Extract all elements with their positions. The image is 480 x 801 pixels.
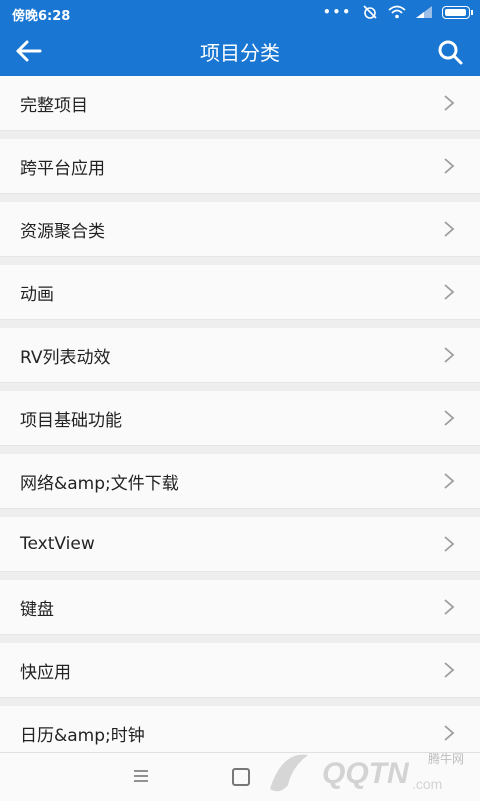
chevron-right-icon xyxy=(444,536,455,552)
status-icons: ••• xyxy=(322,4,473,20)
chevron-right-icon xyxy=(444,473,455,489)
category-item[interactable]: 键盘 xyxy=(0,580,480,635)
search-icon[interactable] xyxy=(436,38,464,66)
category-item[interactable]: 动画 xyxy=(0,265,480,320)
category-item[interactable]: 跨平台应用 xyxy=(0,139,480,194)
svg-text:QQTN: QQTN xyxy=(322,757,410,790)
category-label: 跨平台应用 xyxy=(20,158,105,179)
alarm-off-icon xyxy=(363,5,377,19)
chevron-right-icon xyxy=(444,158,455,174)
category-label: 项目基础功能 xyxy=(20,410,122,431)
svg-text:腾牛网: 腾牛网 xyxy=(428,751,464,766)
chevron-right-icon xyxy=(444,725,455,741)
battery-icon xyxy=(442,5,473,19)
watermark-logo: QQTN .com 腾牛网 xyxy=(270,751,464,792)
chevron-right-icon xyxy=(444,284,455,300)
chevron-right-icon xyxy=(444,410,455,426)
category-label: TextView xyxy=(20,534,95,554)
wifi-icon xyxy=(388,5,406,19)
category-item[interactable]: 项目基础功能 xyxy=(0,391,480,446)
category-label: 资源聚合类 xyxy=(20,221,105,242)
category-item[interactable]: 资源聚合类 xyxy=(0,202,480,257)
category-label: 日历&amp;时钟 xyxy=(20,725,145,746)
home-button[interactable] xyxy=(232,768,250,786)
category-item[interactable]: 快应用 xyxy=(0,643,480,698)
category-label: 完整项目 xyxy=(20,95,88,116)
category-label: 快应用 xyxy=(20,662,71,683)
category-label: 动画 xyxy=(20,284,54,305)
category-label: 键盘 xyxy=(20,599,54,620)
toolbar: 项目分类 xyxy=(0,26,480,76)
chevron-right-icon xyxy=(444,95,455,111)
category-list: 完整项目 跨平台应用 资源聚合类 动画 RV列表动效 项目基础功能 网络&amp… xyxy=(0,76,480,769)
category-item[interactable]: 完整项目 xyxy=(0,76,480,131)
svg-text:.com: .com xyxy=(412,776,442,792)
chevron-right-icon xyxy=(444,221,455,237)
chevron-right-icon xyxy=(444,662,455,678)
category-item[interactable]: 网络&amp;文件下载 xyxy=(0,454,480,509)
menu-icon[interactable] xyxy=(133,769,149,783)
category-label: RV列表动效 xyxy=(20,347,111,368)
notification-dots: ••• xyxy=(322,5,352,19)
status-time: 傍晚6:28 xyxy=(12,9,71,24)
category-item[interactable]: TextView xyxy=(0,517,480,572)
page-title: 项目分类 xyxy=(200,41,280,65)
chevron-right-icon xyxy=(444,599,455,615)
chevron-right-icon xyxy=(444,347,455,363)
category-item[interactable]: RV列表动效 xyxy=(0,328,480,383)
status-bar: 傍晚6:28 ••• xyxy=(0,0,480,26)
category-label: 网络&amp;文件下载 xyxy=(20,473,179,494)
signal-icon xyxy=(416,6,432,18)
